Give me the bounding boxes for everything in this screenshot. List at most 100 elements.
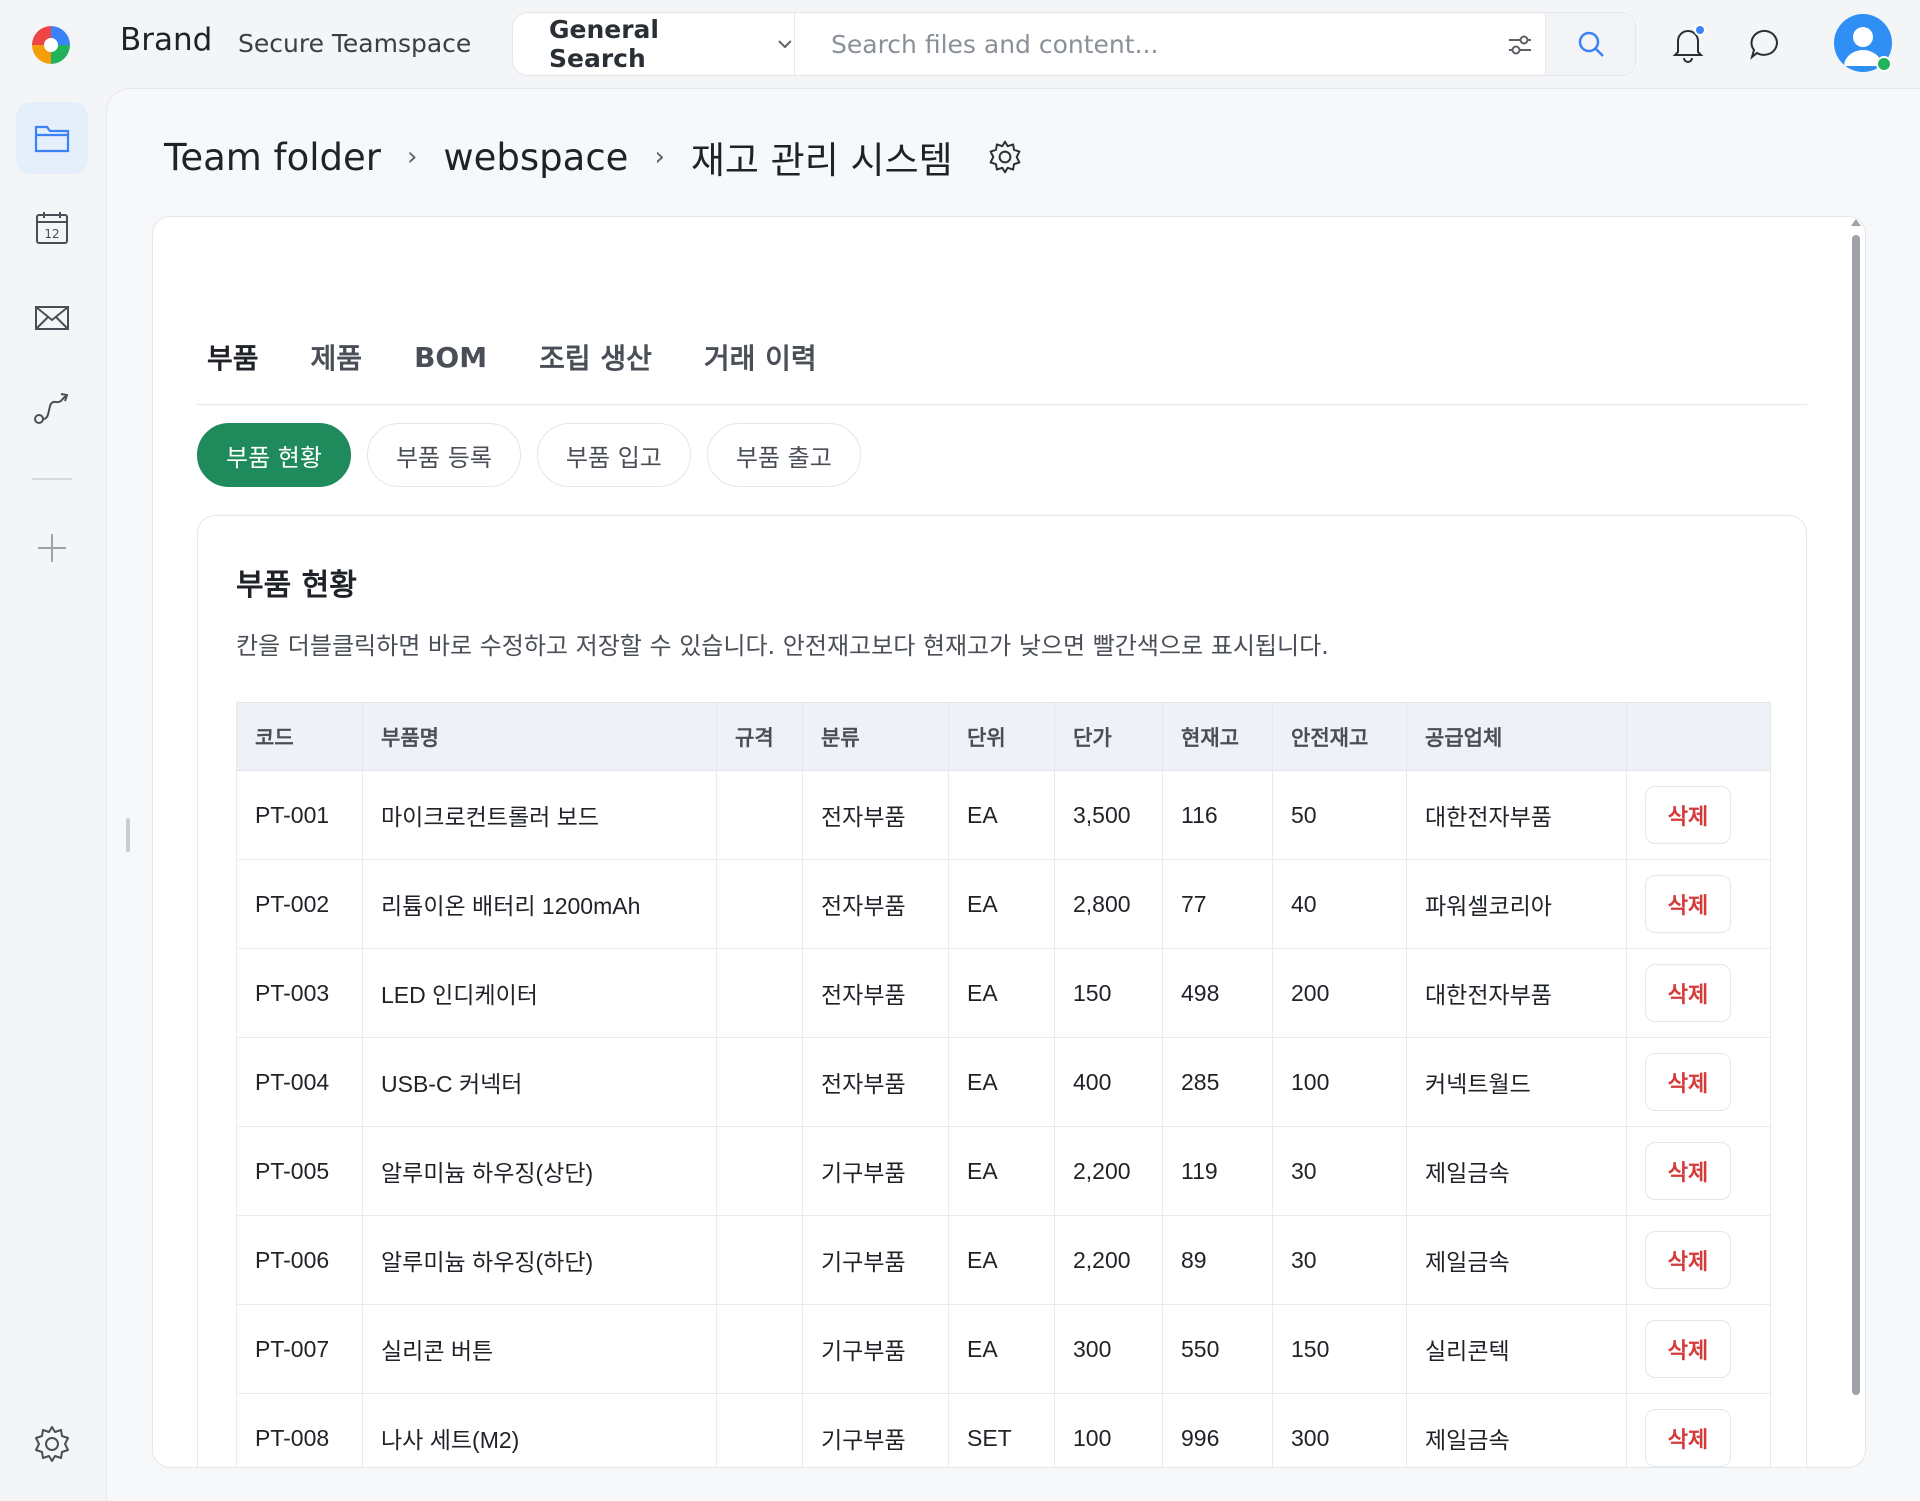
cell-safety-stock[interactable]: 30 bbox=[1272, 1215, 1407, 1305]
cell-safety-stock[interactable]: 150 bbox=[1272, 1304, 1407, 1394]
filter-icon[interactable] bbox=[1505, 30, 1535, 60]
cell-code[interactable]: PT-006 bbox=[236, 1215, 363, 1305]
cell-spec[interactable] bbox=[716, 1215, 803, 1305]
cell-name[interactable]: LED 인디케이터 bbox=[362, 948, 717, 1038]
cell-stock[interactable]: 285 bbox=[1162, 1037, 1273, 1127]
sidebar-item-workflow[interactable] bbox=[16, 372, 88, 444]
gear-icon[interactable] bbox=[987, 139, 1023, 175]
cell-code[interactable]: PT-001 bbox=[236, 770, 363, 860]
cell-unit[interactable]: EA bbox=[948, 1304, 1055, 1394]
cell-name[interactable]: 알루미늄 하우징(상단) bbox=[362, 1126, 717, 1216]
delete-button[interactable]: 삭제 bbox=[1645, 875, 1731, 933]
cell-supplier[interactable]: 실리콘텍 bbox=[1406, 1304, 1627, 1394]
cell-unit[interactable]: EA bbox=[948, 859, 1055, 949]
cell-code[interactable]: PT-007 bbox=[236, 1304, 363, 1394]
cell-safety-stock[interactable]: 40 bbox=[1272, 859, 1407, 949]
tab-bom[interactable]: BOM bbox=[388, 327, 513, 387]
delete-button[interactable]: 삭제 bbox=[1645, 786, 1731, 844]
brand-logo[interactable] bbox=[30, 24, 72, 66]
cell-price[interactable]: 150 bbox=[1054, 948, 1163, 1038]
scrollbar-thumb[interactable] bbox=[1852, 235, 1860, 1395]
cell-name[interactable]: 리튬이온 배터리 1200mAh bbox=[362, 859, 717, 949]
cell-stock[interactable]: 550 bbox=[1162, 1304, 1273, 1394]
cell-name[interactable]: 나사 세트(M2) bbox=[362, 1393, 717, 1467]
delete-button[interactable]: 삭제 bbox=[1645, 1409, 1731, 1467]
cell-code[interactable]: PT-002 bbox=[236, 859, 363, 949]
column-header-spec[interactable]: 규격 bbox=[716, 702, 803, 771]
cell-category[interactable]: 전자부품 bbox=[802, 859, 949, 949]
cell-price[interactable]: 2,200 bbox=[1054, 1215, 1163, 1305]
search-input[interactable] bbox=[795, 13, 1475, 75]
cell-category[interactable]: 전자부품 bbox=[802, 770, 949, 860]
cell-supplier[interactable]: 커넥트월드 bbox=[1406, 1037, 1627, 1127]
cell-category[interactable]: 기구부품 bbox=[802, 1215, 949, 1305]
cell-spec[interactable] bbox=[716, 1037, 803, 1127]
delete-button[interactable]: 삭제 bbox=[1645, 1142, 1731, 1200]
cell-spec[interactable] bbox=[716, 1393, 803, 1467]
breadcrumb-item-webspace[interactable]: webspace bbox=[443, 136, 628, 179]
subtab-parts-status[interactable]: 부품 현황 bbox=[197, 423, 351, 487]
subtab-parts-inbound[interactable]: 부품 입고 bbox=[536, 423, 691, 487]
column-header-name[interactable]: 부품명 bbox=[362, 702, 717, 771]
tab-parts[interactable]: 부품 bbox=[197, 327, 285, 387]
cell-category[interactable]: 기구부품 bbox=[802, 1304, 949, 1394]
cell-price[interactable]: 3,500 bbox=[1054, 770, 1163, 860]
cell-code[interactable]: PT-004 bbox=[236, 1037, 363, 1127]
cell-category[interactable]: 기구부품 bbox=[802, 1126, 949, 1216]
column-header-category[interactable]: 분류 bbox=[802, 702, 949, 771]
cell-spec[interactable] bbox=[716, 948, 803, 1038]
cell-supplier[interactable]: 제일금속 bbox=[1406, 1215, 1627, 1305]
cell-stock[interactable]: 89 bbox=[1162, 1215, 1273, 1305]
scroll-up-arrow[interactable] bbox=[1851, 219, 1861, 226]
cell-code[interactable]: PT-008 bbox=[236, 1393, 363, 1467]
cell-safety-stock[interactable]: 200 bbox=[1272, 948, 1407, 1038]
column-header-stock[interactable]: 현재고 bbox=[1162, 702, 1273, 771]
cell-price[interactable]: 2,800 bbox=[1054, 859, 1163, 949]
cell-category[interactable]: 전자부품 bbox=[802, 1037, 949, 1127]
sidebar-add-button[interactable] bbox=[16, 512, 88, 584]
sidebar-item-calendar[interactable]: 12 bbox=[16, 192, 88, 264]
cell-name[interactable]: USB-C 커넥터 bbox=[362, 1037, 717, 1127]
cell-name[interactable]: 실리콘 버튼 bbox=[362, 1304, 717, 1394]
cell-unit[interactable]: EA bbox=[948, 1126, 1055, 1216]
cell-price[interactable]: 400 bbox=[1054, 1037, 1163, 1127]
tab-history[interactable]: 거래 이력 bbox=[678, 327, 843, 387]
cell-spec[interactable] bbox=[716, 1304, 803, 1394]
cell-stock[interactable]: 77 bbox=[1162, 859, 1273, 949]
bell-icon[interactable] bbox=[1668, 24, 1708, 64]
cell-price[interactable]: 100 bbox=[1054, 1393, 1163, 1467]
cell-supplier[interactable]: 대한전자부품 bbox=[1406, 948, 1627, 1038]
cell-category[interactable]: 기구부품 bbox=[802, 1393, 949, 1467]
delete-button[interactable]: 삭제 bbox=[1645, 1320, 1731, 1378]
cell-unit[interactable]: EA bbox=[948, 1037, 1055, 1127]
cell-supplier[interactable]: 제일금속 bbox=[1406, 1393, 1627, 1467]
cell-supplier[interactable]: 대한전자부품 bbox=[1406, 770, 1627, 860]
cell-price[interactable]: 2,200 bbox=[1054, 1126, 1163, 1216]
sidebar-item-mail[interactable] bbox=[16, 282, 88, 354]
search-button[interactable] bbox=[1545, 13, 1635, 75]
sidebar-item-files[interactable] bbox=[16, 102, 88, 174]
tab-products[interactable]: 제품 bbox=[285, 327, 389, 387]
cell-stock[interactable]: 498 bbox=[1162, 948, 1273, 1038]
chat-icon[interactable] bbox=[1746, 24, 1786, 64]
cell-stock[interactable]: 119 bbox=[1162, 1126, 1273, 1216]
cell-unit[interactable]: EA bbox=[948, 770, 1055, 860]
cell-spec[interactable] bbox=[716, 859, 803, 949]
column-header-supplier[interactable]: 공급업체 bbox=[1406, 702, 1627, 771]
cell-spec[interactable] bbox=[716, 770, 803, 860]
column-header-price[interactable]: 단가 bbox=[1054, 702, 1163, 771]
subtab-parts-outbound[interactable]: 부품 출고 bbox=[706, 423, 861, 487]
cell-unit[interactable]: SET bbox=[948, 1393, 1055, 1467]
subtab-parts-register[interactable]: 부품 등록 bbox=[366, 423, 521, 487]
cell-stock[interactable]: 996 bbox=[1162, 1393, 1273, 1467]
cell-spec[interactable] bbox=[716, 1126, 803, 1216]
delete-button[interactable]: 삭제 bbox=[1645, 1231, 1731, 1289]
cell-unit[interactable]: EA bbox=[948, 948, 1055, 1038]
cell-safety-stock[interactable]: 100 bbox=[1272, 1037, 1407, 1127]
sidebar-settings-button[interactable] bbox=[16, 1408, 88, 1480]
cell-code[interactable]: PT-003 bbox=[236, 948, 363, 1038]
cell-category[interactable]: 전자부품 bbox=[802, 948, 949, 1038]
cell-safety-stock[interactable]: 50 bbox=[1272, 770, 1407, 860]
delete-button[interactable]: 삭제 bbox=[1645, 1053, 1731, 1111]
cell-code[interactable]: PT-005 bbox=[236, 1126, 363, 1216]
